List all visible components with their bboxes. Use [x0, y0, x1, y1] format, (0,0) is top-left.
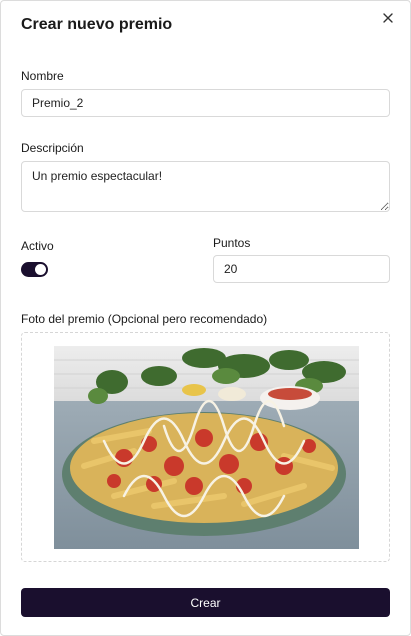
nombre-label: Nombre: [21, 69, 64, 83]
create-button[interactable]: Crear: [21, 588, 390, 617]
modal-title: Crear nuevo premio: [21, 16, 173, 33]
create-prize-modal: Crear nuevo premio Nombre Descripción Un…: [0, 0, 411, 636]
descripcion-textarea[interactable]: Un premio espectacular!: [21, 161, 390, 212]
prize-photo: [54, 346, 359, 549]
puntos-input[interactable]: [213, 255, 390, 283]
puntos-label: Puntos: [213, 236, 251, 250]
foto-label: Foto del premio (Opcional pero recomenda…: [21, 312, 268, 326]
nombre-input[interactable]: [21, 89, 390, 117]
photo-dropzone[interactable]: [21, 332, 390, 562]
toggle-knob: [35, 264, 46, 275]
activo-label: Activo: [21, 239, 54, 253]
activo-toggle[interactable]: [21, 262, 48, 277]
close-icon[interactable]: [380, 10, 396, 26]
descripcion-label: Descripción: [21, 141, 84, 155]
